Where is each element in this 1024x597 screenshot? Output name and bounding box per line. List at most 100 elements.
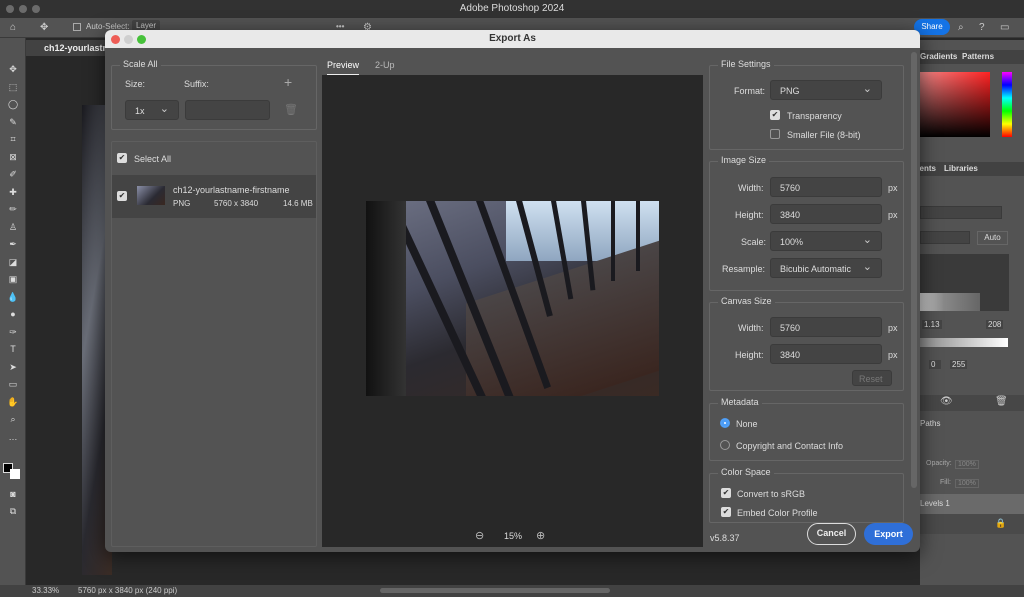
canvas-height-input[interactable]: 3840	[770, 344, 882, 364]
frame-tool-icon[interactable]: ⊠	[7, 152, 19, 162]
tab-gradients[interactable]: Gradients	[920, 52, 957, 61]
close-window-button[interactable]	[6, 5, 14, 13]
tab-adjustments[interactable]: Adjustments	[918, 164, 936, 173]
preset-select[interactable]	[920, 206, 1002, 219]
metadata-none-radio[interactable]	[720, 418, 730, 428]
image-size-group: Image Size Width: 5760 px Height: 3840 p…	[709, 155, 904, 291]
output-high-input[interactable]: 255	[950, 360, 968, 369]
size-select[interactable]: 1x	[125, 100, 179, 120]
dialog-close-button[interactable]	[111, 35, 120, 44]
metadata-copyright-radio[interactable]	[720, 440, 730, 450]
image-height-input[interactable]: 3840	[770, 204, 882, 224]
gradient-tool-icon[interactable]: ▣	[7, 274, 19, 284]
screen-mode-icon[interactable]: ⧉	[7, 506, 19, 516]
horizontal-scrollbar[interactable]	[380, 588, 610, 593]
tab-preview[interactable]: Preview	[327, 60, 360, 75]
transparency-checkbox[interactable]: ✔	[770, 110, 780, 120]
marquee-tool-icon[interactable]: ⬚	[7, 82, 19, 92]
trash-icon[interactable]: 🗑	[995, 396, 1008, 407]
embed-profile-checkbox[interactable]: ✔	[721, 507, 731, 517]
zoom-in-icon[interactable]: ⊕	[536, 529, 545, 542]
move-tool-icon[interactable]: ✥	[7, 64, 19, 74]
eraser-tool-icon[interactable]: ◪	[7, 257, 19, 267]
layer-row-background[interactable]: 🔒	[920, 514, 1024, 534]
convert-srgb-checkbox[interactable]: ✔	[721, 488, 731, 498]
width-unit: px	[888, 183, 898, 193]
channel-select[interactable]	[920, 231, 970, 244]
layer-row-levels[interactable]: Levels 1	[920, 494, 1024, 514]
version-label: v5.8.37	[710, 533, 740, 543]
add-scale-icon[interactable]: +	[284, 74, 292, 90]
eyedropper-tool-icon[interactable]: ✐	[7, 169, 19, 179]
asset-row[interactable]: ✔ ch12-yourlastname-firstname PNG 5760 x…	[112, 175, 316, 218]
asset-list: ✔ Select All ✔ ch12-yourlastname-firstna…	[111, 141, 317, 547]
brush-tool-icon[interactable]: ✏	[7, 204, 19, 214]
home-icon[interactable]: ⌂	[10, 22, 16, 33]
stamp-tool-icon[interactable]: ♙	[7, 222, 19, 232]
resample-label: Resample:	[722, 264, 766, 274]
history-brush-icon[interactable]: ✒	[7, 239, 19, 249]
export-button[interactable]: Export	[864, 523, 913, 545]
more-tools-icon[interactable]: …	[7, 432, 19, 442]
format-label: Format:	[734, 86, 766, 96]
width-label: Width:	[738, 183, 764, 193]
asset-checkbox[interactable]: ✔	[117, 191, 127, 201]
hue-slider[interactable]	[1002, 72, 1012, 137]
color-picker-field[interactable]	[920, 72, 990, 137]
reset-button[interactable]: Reset	[852, 370, 892, 386]
asset-thumbnail	[137, 186, 165, 205]
lasso-tool-icon[interactable]: ◯	[7, 99, 19, 109]
delete-scale-icon[interactable]: 🗑	[284, 103, 298, 116]
shape-tool-icon[interactable]: ▭	[7, 379, 19, 389]
canvas-width-input[interactable]: 5760	[770, 317, 882, 337]
dialog-minimize-button[interactable]	[124, 35, 133, 44]
move-tool-icon[interactable]: ✥	[40, 22, 48, 33]
type-tool-icon[interactable]: T	[7, 344, 19, 354]
auto-button[interactable]: Auto	[977, 231, 1008, 245]
opacity-input[interactable]: 100%	[955, 460, 979, 469]
zoom-window-button[interactable]	[32, 5, 40, 13]
workspace-icon[interactable]: ▭	[1000, 22, 1009, 33]
levels-highlight-input[interactable]: 208	[986, 320, 1004, 329]
tab-libraries[interactable]: Libraries	[944, 164, 978, 173]
visibility-icon[interactable]: 👁	[940, 396, 953, 407]
dialog-zoom-button[interactable]	[137, 35, 146, 44]
transparency-label: Transparency	[787, 111, 842, 121]
scale-select[interactable]: 100%	[770, 231, 882, 251]
levels-midtone-input[interactable]: 1.13	[922, 320, 942, 329]
healing-tool-icon[interactable]: ✚	[7, 187, 19, 197]
suffix-input[interactable]	[185, 100, 270, 120]
smaller-file-checkbox[interactable]	[770, 129, 780, 139]
path-select-tool-icon[interactable]: ➤	[7, 362, 19, 372]
fill-input[interactable]: 100%	[955, 479, 979, 488]
image-width-input[interactable]: 5760	[770, 177, 882, 197]
tab-2-up[interactable]: 2-Up	[375, 60, 395, 70]
quick-mask-icon[interactable]: ◙	[7, 489, 19, 499]
zoom-out-icon[interactable]: ⊖	[475, 529, 484, 542]
select-all-checkbox[interactable]: ✔	[117, 153, 127, 163]
tab-patterns[interactable]: Patterns	[962, 52, 994, 61]
crop-tool-icon[interactable]: ⌗	[7, 134, 19, 144]
tab-paths[interactable]: Paths	[920, 419, 940, 428]
cancel-button[interactable]: Cancel	[807, 523, 856, 545]
scale-all-group: Scale All Size: Suffix: + 1x 🗑	[111, 59, 317, 130]
settings-scrollbar[interactable]	[911, 52, 917, 488]
search-icon[interactable]: ⌕	[958, 22, 964, 33]
dodge-tool-icon[interactable]: ●	[7, 309, 19, 319]
background-color-swatch[interactable]	[10, 469, 20, 479]
auto-select-checkbox[interactable]	[73, 23, 81, 31]
output-low-input[interactable]: 0	[929, 360, 942, 369]
zoom-tool-icon[interactable]: ⌕	[7, 414, 19, 424]
minimize-window-button[interactable]	[19, 5, 27, 13]
quick-select-tool-icon[interactable]: ✎	[7, 117, 19, 127]
dialog-title: Export As	[489, 33, 536, 44]
hand-tool-icon[interactable]: ✋	[7, 397, 19, 407]
scale-label: Scale:	[741, 237, 767, 247]
color-space-legend: Color Space	[718, 467, 774, 477]
preview-area[interactable]: ⊖ 15% ⊕	[322, 75, 703, 547]
blur-tool-icon[interactable]: 💧	[7, 292, 19, 302]
format-select[interactable]: PNG	[770, 80, 882, 100]
pen-tool-icon[interactable]: ✑	[7, 327, 19, 337]
help-icon[interactable]: ?	[979, 22, 985, 33]
resample-select[interactable]: Bicubic Automatic	[770, 258, 882, 278]
